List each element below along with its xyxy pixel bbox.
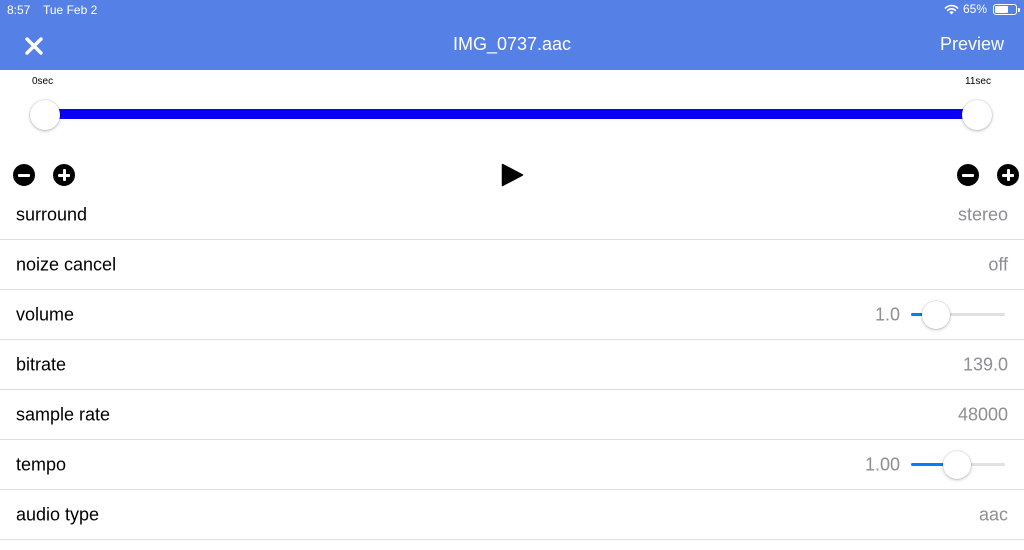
row-label: sample rate bbox=[16, 404, 111, 424]
battery-icon bbox=[993, 3, 1020, 15]
tempo-slider[interactable] bbox=[911, 450, 1005, 479]
start-decrease-button[interactable] bbox=[13, 164, 35, 186]
trim-start-label: 0sec bbox=[32, 76, 54, 87]
row-label: bitrate bbox=[16, 354, 67, 374]
noise-cancel-value: off bbox=[988, 254, 1008, 274]
trim-end-handle[interactable] bbox=[962, 100, 992, 130]
play-icon[interactable] bbox=[500, 163, 524, 187]
surround-row[interactable]: surround stereo bbox=[0, 190, 1024, 240]
minus-icon bbox=[962, 173, 974, 177]
row-label: noize cancel bbox=[16, 254, 117, 274]
end-increase-button[interactable] bbox=[997, 164, 1019, 186]
file-title: IMG_0737.aac bbox=[452, 34, 572, 54]
slider-thumb[interactable] bbox=[943, 450, 972, 479]
volume-slider[interactable] bbox=[911, 300, 1005, 329]
trim-start-handle[interactable] bbox=[30, 100, 60, 130]
status-time: 8:57 bbox=[7, 3, 31, 17]
audio-type-value: aac bbox=[978, 504, 1008, 524]
row-label: tempo bbox=[16, 454, 67, 474]
row-label: surround bbox=[16, 204, 88, 224]
tempo-value: 1.00 bbox=[864, 454, 900, 474]
volume-value: 1.0 bbox=[874, 304, 900, 324]
volume-row: volume 1.0 bbox=[0, 290, 1024, 340]
battery-percent: 65% bbox=[962, 2, 987, 16]
minus-icon bbox=[18, 173, 30, 177]
tempo-row: tempo 1.00 bbox=[0, 440, 1024, 490]
wifi-icon bbox=[944, 4, 959, 14]
audio-type-row[interactable]: audio type aac bbox=[0, 490, 1024, 540]
bitrate-value: 139.0 bbox=[962, 354, 1008, 374]
status-date: Tue Feb 2 bbox=[43, 3, 98, 17]
trim-end-label: 11sec bbox=[965, 76, 991, 87]
row-label: audio type bbox=[16, 504, 100, 524]
sample-rate-row[interactable]: sample rate 48000 bbox=[0, 390, 1024, 440]
noise-cancel-row[interactable]: noize cancel off bbox=[0, 240, 1024, 290]
surround-value: stereo bbox=[957, 204, 1008, 224]
sample-rate-value: 48000 bbox=[957, 404, 1008, 424]
bitrate-row[interactable]: bitrate 139.0 bbox=[0, 340, 1024, 390]
status-indicators: 65% bbox=[944, 2, 1020, 16]
preview-button[interactable]: Preview bbox=[940, 34, 1004, 55]
slider-thumb[interactable] bbox=[922, 300, 951, 329]
trim-range-selection bbox=[44, 109, 978, 119]
navigation-bar: 8:57 Tue Feb 2 65% IMG_0737.aac Preview bbox=[0, 0, 1024, 70]
settings-list: surround stereo noize cancel off volume … bbox=[0, 190, 1024, 540]
end-decrease-button[interactable] bbox=[957, 164, 979, 186]
start-increase-button[interactable] bbox=[53, 164, 75, 186]
row-label: volume bbox=[16, 304, 75, 324]
